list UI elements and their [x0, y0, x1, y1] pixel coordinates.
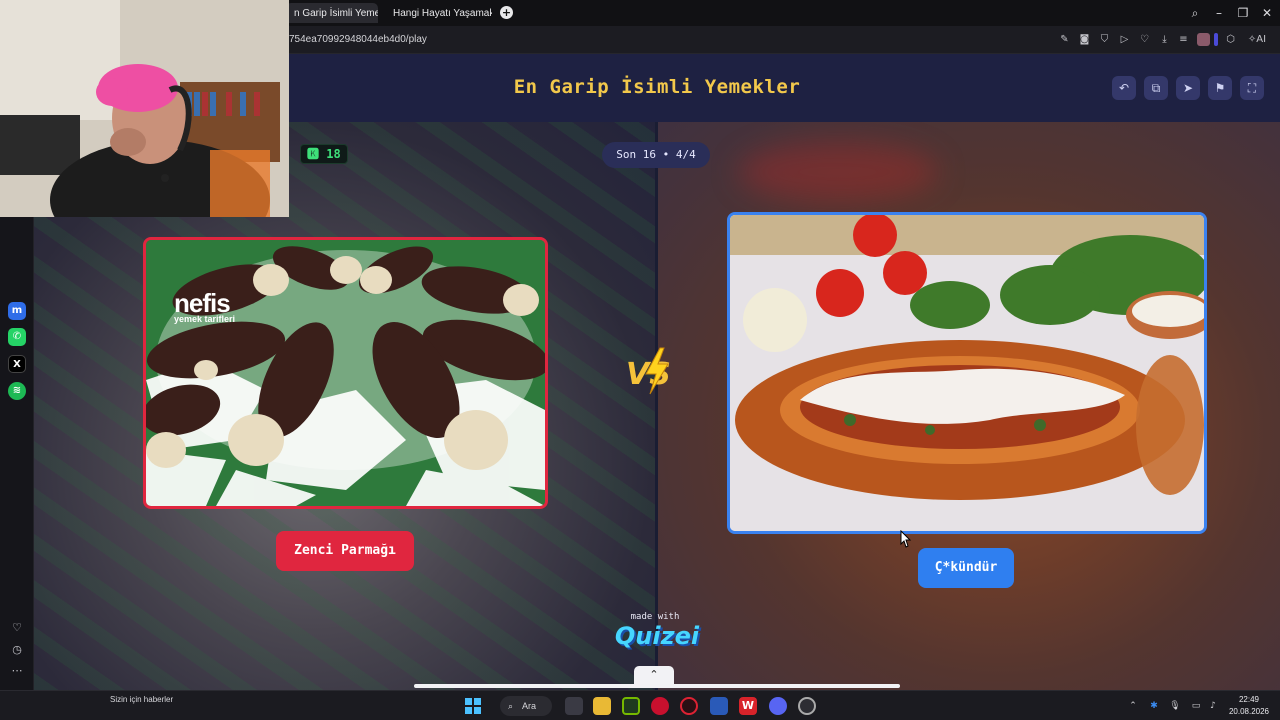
tab-hangi-hayati-label: Hangi Hayatı Yaşamak İste — [393, 7, 492, 19]
task-view-icon[interactable] — [565, 697, 583, 715]
more-icon[interactable]: ⋯ — [9, 663, 25, 679]
nvidia-icon[interactable] — [622, 697, 640, 715]
file-explorer-icon[interactable] — [593, 697, 611, 715]
clock-time: 22:49 — [1238, 695, 1260, 704]
tab-quiz-label: n Garip İsimli Yemekler — [294, 7, 378, 19]
maximize-icon[interactable]: ❐ — [1234, 4, 1252, 22]
mouse-cursor-icon — [900, 530, 912, 548]
taskbar-clock[interactable]: 22:49 20.08.2026 — [1222, 694, 1276, 718]
send-icon[interactable]: ➤ — [1176, 76, 1200, 100]
shield-icon[interactable]: ⛉ — [1098, 33, 1111, 46]
share-icon[interactable]: ⧉ — [1144, 76, 1168, 100]
x-icon[interactable]: X — [8, 355, 26, 373]
made-with-label: made with — [630, 612, 680, 622]
download-icon[interactable]: ⤓ — [1158, 33, 1171, 46]
shield-app-icon[interactable] — [710, 697, 728, 715]
taskbar-search-label: Ara — [522, 701, 537, 711]
bluetooth-icon[interactable]: ✱ — [1147, 699, 1161, 713]
messenger-icon[interactable]: m — [8, 302, 26, 320]
app-icon[interactable] — [680, 697, 698, 715]
tab-hangi-hayati[interactable]: Hangi Hayatı Yaşamak İste — [380, 3, 492, 23]
flag-icon[interactable]: ⚑ — [1208, 76, 1232, 100]
opera-gx-icon[interactable] — [651, 697, 669, 715]
microphone-icon[interactable]: 🎙 — [1168, 699, 1182, 713]
discord-icon[interactable] — [769, 697, 787, 715]
stew-platter-photo — [730, 215, 1204, 531]
new-tab-button[interactable]: + — [500, 6, 513, 19]
whatsapp-icon[interactable]: ✆ — [8, 328, 26, 346]
quizei-logo[interactable]: Quizei — [604, 622, 710, 650]
nefis-watermark-sub: yemek tarifleri — [174, 314, 236, 324]
fullscreen-icon[interactable]: ⛶ — [1240, 76, 1264, 100]
camera-icon[interactable]: ◙ — [1078, 33, 1091, 46]
left-option-button[interactable]: Zenci Parmağı — [276, 531, 414, 571]
ai-label: AI — [1256, 34, 1267, 45]
k-badge: 🅺 18 — [300, 144, 348, 164]
left-option-image[interactable]: nefis yemek tarifleri — [143, 237, 548, 509]
history-icon[interactable]: ◷ — [9, 642, 25, 658]
vs-badge: VS — [626, 347, 671, 395]
search-tabs-icon[interactable]: ⌕ — [1186, 4, 1204, 22]
profile-avatar[interactable] — [1197, 33, 1210, 46]
heart-icon[interactable]: ♡ — [9, 620, 25, 636]
news-widget[interactable]: Sizin için haberler — [110, 695, 173, 704]
obs-icon[interactable] — [798, 697, 816, 715]
horizontal-scrollbar[interactable] — [414, 684, 900, 688]
menu-icon[interactable]: ≡ — [1177, 33, 1190, 46]
extensions-icon[interactable]: ⬡ — [1224, 33, 1237, 46]
edit-icon[interactable]: ✎ — [1058, 33, 1071, 46]
tray-expand-icon[interactable]: ⌃ — [1126, 699, 1140, 713]
right-option-image[interactable] — [727, 212, 1207, 534]
url-field[interactable]: 754ea70992948044eb4d0/play — [289, 34, 427, 45]
taskbar-search[interactable]: ⌕ Ara — [500, 696, 552, 716]
search-icon: ⌕ — [508, 701, 514, 711]
webcam-overlay — [0, 0, 289, 217]
right-option-button[interactable]: Ç*kündür — [918, 548, 1014, 588]
heart-icon[interactable]: ♡ — [1138, 33, 1151, 46]
extension-indicator — [1214, 33, 1218, 46]
undo-icon[interactable]: ↶ — [1112, 76, 1136, 100]
tab-quiz[interactable]: n Garip İsimli Yemekler — [286, 3, 378, 23]
center-divider — [655, 122, 658, 690]
spotify-icon[interactable]: ≋ — [8, 382, 26, 400]
volume-icon[interactable]: ♪ — [1206, 699, 1220, 713]
close-icon[interactable]: ✕ — [1258, 4, 1276, 22]
windows-start-icon[interactable] — [464, 697, 482, 715]
round-indicator: Son 16 • 4/4 — [602, 142, 710, 168]
play-icon[interactable]: ▷ — [1118, 33, 1131, 46]
scroll-up-icon[interactable]: ⌃ — [634, 666, 674, 684]
chocolate-cookies-photo — [146, 240, 545, 506]
streamer-camera-feed — [0, 0, 289, 217]
minimize-icon[interactable]: – — [1210, 4, 1228, 22]
network-icon[interactable]: ▭ — [1189, 699, 1203, 713]
taskbar: Sizin için haberler ⌕ Ara W ⌃ ✱ 🎙 ▭ ♪ 22… — [0, 690, 1280, 720]
ai-button[interactable]: ✧AI — [1242, 33, 1272, 46]
wps-icon[interactable]: W — [739, 697, 757, 715]
clock-date: 20.08.2026 — [1228, 707, 1270, 716]
